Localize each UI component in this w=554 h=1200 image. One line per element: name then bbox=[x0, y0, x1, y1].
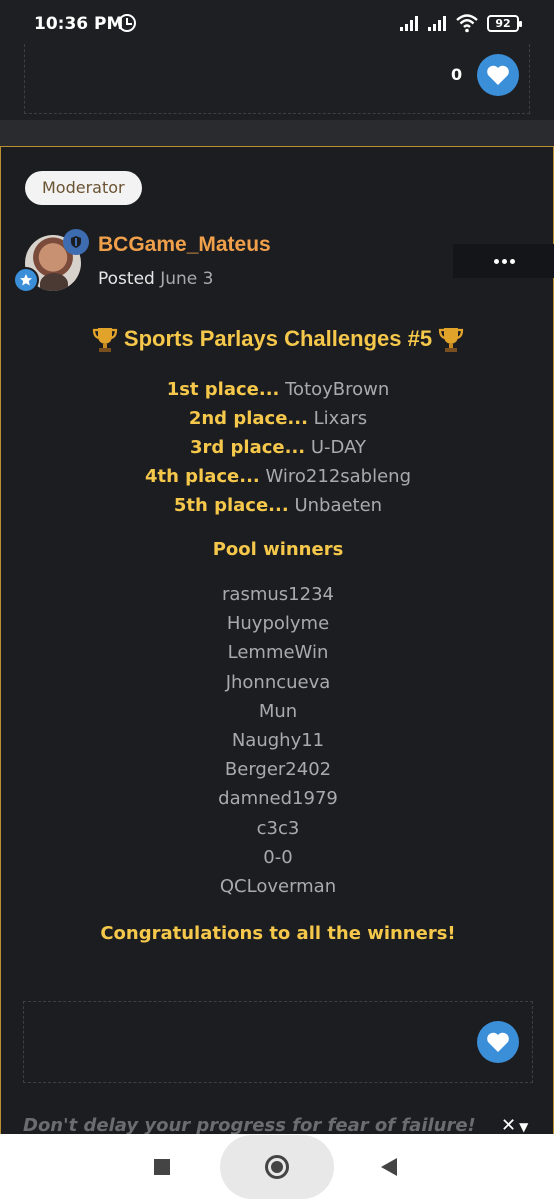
list-item: c3c3 bbox=[256, 817, 300, 839]
list-item: QCLoverman bbox=[219, 875, 337, 897]
place-row: 2nd place... Lixars bbox=[1, 404, 554, 433]
list-item: damned1979 bbox=[218, 788, 338, 810]
post-title-text: Sports Parlays Challenges #5 bbox=[123, 326, 433, 351]
post-like-button[interactable] bbox=[477, 1021, 519, 1063]
list-item: LemmeWin bbox=[227, 642, 329, 664]
role-badge: Moderator bbox=[25, 171, 142, 205]
chevron-down-icon: ▼ bbox=[519, 1120, 529, 1134]
place-name: TotoyBrown bbox=[285, 379, 390, 400]
app-screen: 10:36 PM 92 0 Moderator BCGame_Mateus Po… bbox=[0, 0, 554, 1200]
list-item: Mun bbox=[258, 700, 298, 722]
posted-date[interactable]: June 3 bbox=[160, 269, 213, 289]
post-title: Sports Parlays Challenges #5 bbox=[1, 321, 554, 357]
place-rank: 3rd place... bbox=[189, 437, 306, 458]
like-count: 0 bbox=[451, 65, 463, 84]
place-row: 4th place... Wiro212sableng bbox=[1, 462, 554, 491]
place-row: 1st place... TotoyBrown bbox=[1, 375, 554, 404]
place-name: U-DAY bbox=[310, 437, 366, 458]
posted-label: Posted bbox=[98, 269, 155, 289]
previous-post bbox=[0, 44, 554, 120]
wifi-icon bbox=[456, 14, 478, 33]
author-name[interactable]: BCGame_Mateus bbox=[98, 233, 271, 257]
list-item: rasmus1234 bbox=[222, 584, 334, 605]
post-meta: Posted June 3 bbox=[98, 269, 213, 289]
list-item: Jhonncueva bbox=[225, 671, 331, 693]
signal-icon-2 bbox=[428, 15, 448, 31]
post-reactions bbox=[23, 1001, 533, 1083]
list-item: Berger2402 bbox=[224, 759, 332, 781]
signature-toggle[interactable]: ✕ ▼ bbox=[501, 1115, 541, 1136]
like-button[interactable] bbox=[477, 54, 519, 96]
post-content: Sports Parlays Challenges #5 1st place..… bbox=[1, 317, 554, 949]
status-time: 10:36 PM bbox=[34, 14, 124, 34]
list-item: 0-0 bbox=[263, 846, 293, 868]
pool-winners-heading: Pool winners bbox=[212, 539, 344, 560]
place-rank: 5th place... bbox=[173, 495, 289, 516]
pool-winners-list: rasmus1234 Huypolyme LemmeWin Jhonncueva… bbox=[1, 580, 554, 901]
status-bar: 10:36 PM 92 bbox=[0, 0, 554, 44]
post-options-button[interactable] bbox=[453, 244, 554, 278]
place-name: Lixars bbox=[313, 408, 368, 429]
trophy-icon bbox=[92, 328, 117, 353]
shield-icon bbox=[63, 229, 89, 255]
signal-icon bbox=[400, 15, 420, 31]
congrats-text: Congratulations to all the winners! bbox=[100, 923, 456, 945]
system-nav-bar bbox=[0, 1134, 554, 1200]
close-icon: ✕ bbox=[501, 1115, 517, 1136]
place-row: 5th place... Unbaeten bbox=[1, 491, 554, 520]
list-item: Huypolyme bbox=[226, 613, 330, 635]
recents-icon[interactable] bbox=[154, 1159, 170, 1175]
more-icon bbox=[493, 258, 499, 264]
place-rank: 1st place... bbox=[166, 379, 280, 400]
trophy-icon bbox=[439, 328, 464, 353]
star-icon bbox=[13, 267, 39, 293]
post-separator bbox=[0, 120, 554, 146]
list-item: Naughy11 bbox=[231, 729, 325, 751]
home-icon[interactable] bbox=[265, 1155, 289, 1179]
place-name: Wiro212sableng bbox=[265, 466, 412, 487]
place-name: Unbaeten bbox=[294, 495, 383, 516]
heart-icon bbox=[487, 65, 509, 85]
heart-icon bbox=[487, 1032, 509, 1052]
place-row: 3rd place... U-DAY bbox=[1, 433, 554, 462]
back-icon[interactable] bbox=[381, 1158, 397, 1176]
alarm-icon bbox=[118, 14, 136, 32]
forum-post: Moderator BCGame_Mateus Posted June 3 Sp… bbox=[0, 146, 554, 1136]
battery-icon: 92 bbox=[487, 15, 522, 32]
place-rank: 4th place... bbox=[144, 466, 260, 487]
place-rank: 2nd place... bbox=[188, 408, 308, 429]
places-list: 1st place... TotoyBrown 2nd place... Lix… bbox=[1, 375, 554, 520]
